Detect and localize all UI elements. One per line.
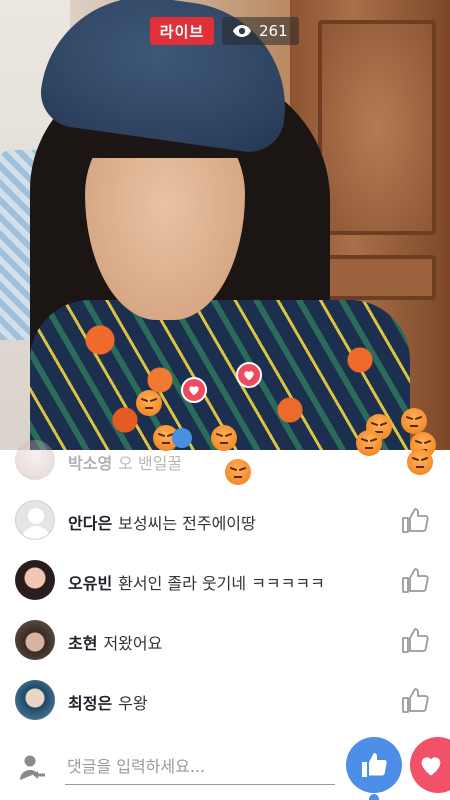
comment-like-button[interactable] [400, 625, 430, 655]
viewer-count-badge: 261 [222, 17, 299, 45]
comment-item: 오유빈 환서인 졸라 웃기네 ㅋㅋㅋㅋㅋ [0, 550, 450, 610]
heart-icon [421, 757, 441, 776]
comment-item: 최정은 우왕 [0, 670, 450, 730]
thumbs-up-outline-icon [402, 688, 429, 713]
thumbs-up-outline-icon [402, 628, 429, 653]
comment-author[interactable]: 초현 [68, 634, 97, 653]
avatar[interactable] [15, 620, 55, 660]
comment-author[interactable]: 오유빈 [68, 574, 112, 593]
like-button[interactable] [346, 737, 402, 793]
comment-text: 우왕 [118, 694, 148, 713]
comment-item: 초현 저왔어요 [0, 610, 450, 670]
avatar[interactable] [15, 500, 55, 540]
like-indicator-dot [369, 794, 379, 800]
angry-reaction-icon [136, 390, 162, 416]
comment-item: 안다은 보성씨는 전주에이땅 [0, 490, 450, 550]
viewer-count: 261 [259, 22, 288, 40]
thumbs-up-outline-icon [402, 568, 429, 593]
avatar[interactable] [15, 440, 55, 480]
heart-reaction-icon [236, 362, 262, 388]
avatar[interactable] [15, 680, 55, 720]
comment-item: 박소영 오 밴일꿀 [0, 430, 450, 490]
user-share-icon[interactable] [18, 753, 48, 783]
comment-author[interactable]: 박소영 [68, 454, 112, 473]
comment-text: 오 밴일꿀 [118, 454, 183, 473]
comment-like-button[interactable] [400, 565, 430, 595]
comment-like-button[interactable] [400, 505, 430, 535]
comment-author[interactable]: 안다은 [68, 514, 112, 533]
avatar[interactable] [15, 560, 55, 600]
live-badge: 라이브 [150, 17, 214, 45]
comment-text: 환서인 졸라 웃기네 ㅋㅋㅋㅋㅋ [118, 574, 325, 593]
comment-list[interactable]: 박소영 오 밴일꿀 안다은 보성씨는 전주에이땅 오유빈 환서인 졸라 웃기네 ㅋㅋㅋ… [0, 430, 450, 730]
thumbs-up-icon [362, 753, 387, 777]
video-cabinet-drawer [318, 255, 436, 300]
comment-text: 저왔어요 [103, 634, 163, 653]
heart-reaction-icon [181, 377, 207, 403]
thumbs-up-outline-icon [402, 508, 429, 533]
comment-input[interactable] [65, 749, 335, 785]
comment-like-button[interactable] [400, 685, 430, 715]
video-cabinet-panel [318, 20, 436, 235]
comment-text: 보성씨는 전주에이땅 [118, 514, 256, 533]
comment-author[interactable]: 최정은 [68, 694, 112, 713]
live-video[interactable] [0, 0, 450, 450]
eye-icon [233, 25, 251, 37]
